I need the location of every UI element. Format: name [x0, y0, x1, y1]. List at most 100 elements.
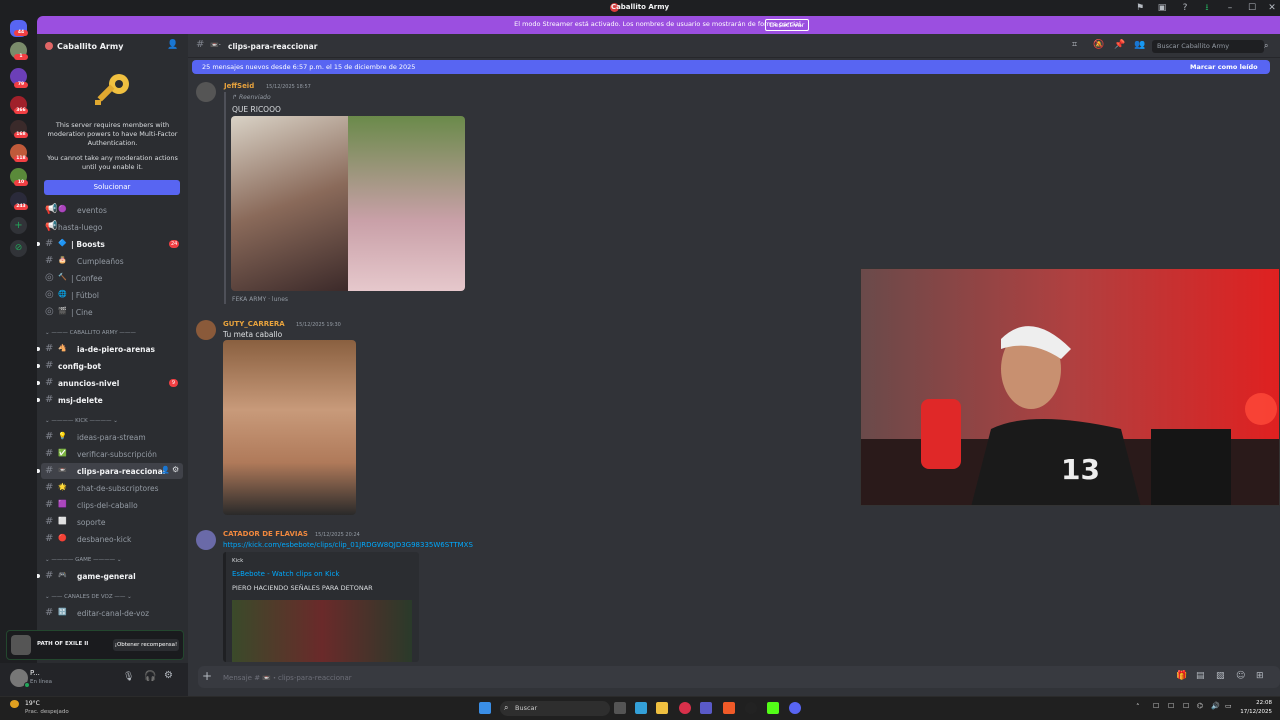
embed-title[interactable]: EsBebote - Watch clips on Kick: [232, 570, 339, 578]
channel-ideas-para-stream[interactable]: # 💡 ideas-para-stream: [37, 429, 188, 445]
server-header[interactable]: Caballito Army ⌄ 👤: [37, 34, 188, 58]
channel-verificar-subscripcion[interactable]: # ✅ verificar-subscripción: [37, 446, 188, 462]
channel-chat-de-subscriptores[interactable]: # 🌟 chat-de-subscriptores: [37, 480, 188, 496]
channel-game-general[interactable]: # 🎮 game-general: [37, 568, 188, 584]
network-icon[interactable]: ⌬: [1197, 702, 1203, 710]
tray-icon[interactable]: ☐: [1168, 702, 1174, 710]
unread-dot: [37, 242, 40, 246]
deactivate-button[interactable]: Desactivar: [765, 19, 809, 31]
channel-desbaneo-kick[interactable]: # 🔴 desbaneo-kick: [37, 531, 188, 547]
app-icon[interactable]: [679, 702, 691, 714]
mention-badge: 9: [169, 379, 178, 387]
channel-confee[interactable]: ◎ 🔨 | Confee: [37, 270, 188, 286]
message-link[interactable]: https://kick.com/esbebote/clips/clip_01J…: [223, 541, 473, 549]
pin-icon[interactable]: 📌: [1114, 40, 1125, 50]
add-member-icon[interactable]: 👤: [167, 40, 178, 50]
file-explorer-icon[interactable]: [656, 702, 668, 714]
new-messages-bar[interactable]: 25 mensajes nuevos desde 6:57 p.m. el 15…: [192, 60, 1270, 74]
message-author[interactable]: GUTY_CARRERA: [223, 320, 285, 328]
task-view-icon[interactable]: [614, 702, 626, 714]
message-author[interactable]: CATADOR DE FLAVIAS: [223, 530, 308, 538]
taskbar-search[interactable]: ⌕ Buscar: [500, 701, 610, 716]
clock-date[interactable]: 17/12/2025: [1236, 709, 1272, 715]
channel-msj-delete[interactable]: # msj-delete: [37, 392, 188, 408]
channel-clips-del-caballo[interactable]: # 🟪 clips-del-caballo: [37, 497, 188, 513]
minimize-button[interactable]: –: [1224, 2, 1236, 14]
obs-icon[interactable]: [745, 702, 757, 714]
close-button[interactable]: ✕: [1266, 2, 1278, 14]
notifications-icon[interactable]: 🔕: [1093, 40, 1104, 50]
message-author[interactable]: JeffSeid: [224, 82, 254, 90]
discord-icon[interactable]: [789, 702, 801, 714]
discover-icon[interactable]: ⊘: [10, 240, 27, 257]
teams-icon[interactable]: [700, 702, 712, 714]
battery-icon[interactable]: ▭: [1225, 702, 1232, 710]
channel-config-bot[interactable]: # config-bot: [37, 358, 188, 374]
add-member-icon[interactable]: 👤: [161, 466, 170, 474]
svg-text:13: 13: [1061, 453, 1100, 486]
fix-mfa-button[interactable]: Solucionar: [44, 180, 180, 195]
chevron-up-icon[interactable]: ˄: [1136, 703, 1140, 711]
volume-icon[interactable]: 🔊: [1211, 702, 1220, 710]
forwarded-label: ↱ Reenviado: [232, 94, 271, 101]
game-promo-banner[interactable]: PATH OF EXILE II ¡Obtener recompensa!: [6, 630, 184, 660]
mark-as-read-button[interactable]: Marcar como leído: [1190, 63, 1258, 71]
clock-time[interactable]: 22:08: [1244, 700, 1272, 706]
channel-anuncios-nivel[interactable]: # anuncios-nivel 9: [37, 375, 188, 391]
message-input[interactable]: Mensaje # 📼・clips-para-reaccionar: [223, 673, 352, 683]
apps-icon[interactable]: ⊞: [1256, 671, 1264, 681]
gif-icon[interactable]: ▤: [1196, 671, 1205, 681]
embed-thumbnail[interactable]: [232, 600, 412, 662]
add-attachment-icon[interactable]: +: [202, 669, 212, 683]
channel-editar-canal-de-voz[interactable]: # 🔠 editar-canal-de-voz: [37, 605, 188, 621]
message-image[interactable]: [223, 340, 356, 515]
download-icon[interactable]: ⭳: [1201, 2, 1213, 14]
channel-hasta-luego[interactable]: 📢 hasta-luego: [37, 219, 188, 235]
mfa-action-text: You cannot take any moderation actions u…: [47, 154, 178, 171]
channel-boosts[interactable]: # 🔷 | Boosts 24: [37, 236, 188, 252]
search-input[interactable]: Buscar Caballito Army: [1152, 40, 1264, 53]
gift-icon[interactable]: 🎁: [1176, 671, 1187, 681]
channel-cine[interactable]: ◎ 🎬 | Cine: [37, 304, 188, 320]
forward-source[interactable]: FEKA ARMY · lunes: [232, 296, 288, 303]
channel-cumpleanos[interactable]: # 🎂 Cumpleaños: [37, 253, 188, 269]
kick-icon[interactable]: [767, 702, 779, 714]
sticker-icon[interactable]: ▧: [1216, 671, 1225, 681]
message-image[interactable]: [231, 116, 465, 291]
headphones-icon[interactable]: 🎧: [144, 671, 156, 682]
avatar[interactable]: [196, 82, 216, 102]
channel-soporte[interactable]: # ⬜ soporte: [37, 514, 188, 530]
add-server-icon[interactable]: +: [10, 217, 27, 234]
brave-icon[interactable]: [723, 702, 735, 714]
claim-reward-button[interactable]: ¡Obtener recompensa!: [113, 639, 179, 651]
avatar[interactable]: [196, 320, 216, 340]
channel-emoji: 🎂: [58, 256, 67, 264]
emoji-icon[interactable]: ☺: [1236, 671, 1245, 681]
gear-icon[interactable]: ⚙: [164, 670, 173, 681]
windows-start-icon[interactable]: [479, 702, 491, 714]
channel-label: | Fútbol: [71, 291, 99, 300]
members-icon[interactable]: 👥: [1134, 40, 1145, 50]
screen-icon[interactable]: ▣: [1156, 2, 1168, 14]
category-label: GAME: [75, 557, 92, 563]
channel-clips-para-reaccionar[interactable]: # 📼 clips-para-reaccionar 👤 ⚙: [37, 463, 183, 479]
inbox-icon[interactable]: ⚑: [1134, 2, 1146, 14]
help-icon[interactable]: ?: [1179, 2, 1191, 14]
tray-icon[interactable]: ☐: [1153, 702, 1159, 710]
hash-icon: #: [45, 482, 54, 493]
tray-icon[interactable]: ☐: [1183, 702, 1189, 710]
hash-icon: #: [45, 516, 54, 527]
mic-icon[interactable]: 🎙: [123, 672, 134, 682]
title-bar: Caballito Army ⚑ ▣ ? ⭳ – ☐ ✕: [0, 0, 1280, 16]
threads-icon[interactable]: ⌗: [1072, 40, 1077, 50]
copilot-icon[interactable]: [635, 702, 647, 714]
maximize-button[interactable]: ☐: [1246, 2, 1258, 14]
search-icon[interactable]: ⌕: [1264, 41, 1268, 51]
forum-icon: ◎: [45, 272, 54, 283]
channel-futbol[interactable]: ◎ 🌐 | Fútbol: [37, 287, 188, 303]
channel-eventos[interactable]: 📢 eventos 🟣: [37, 202, 188, 218]
channel-ia-de-piero-arenas[interactable]: # 🐴 ia-de-piero-arenas: [37, 341, 188, 357]
gear-icon[interactable]: ⚙: [172, 465, 179, 474]
avatar[interactable]: [196, 530, 216, 550]
message-composer[interactable]: + Mensaje # 📼・clips-para-reaccionar 🎁 ▤ …: [198, 666, 1280, 688]
